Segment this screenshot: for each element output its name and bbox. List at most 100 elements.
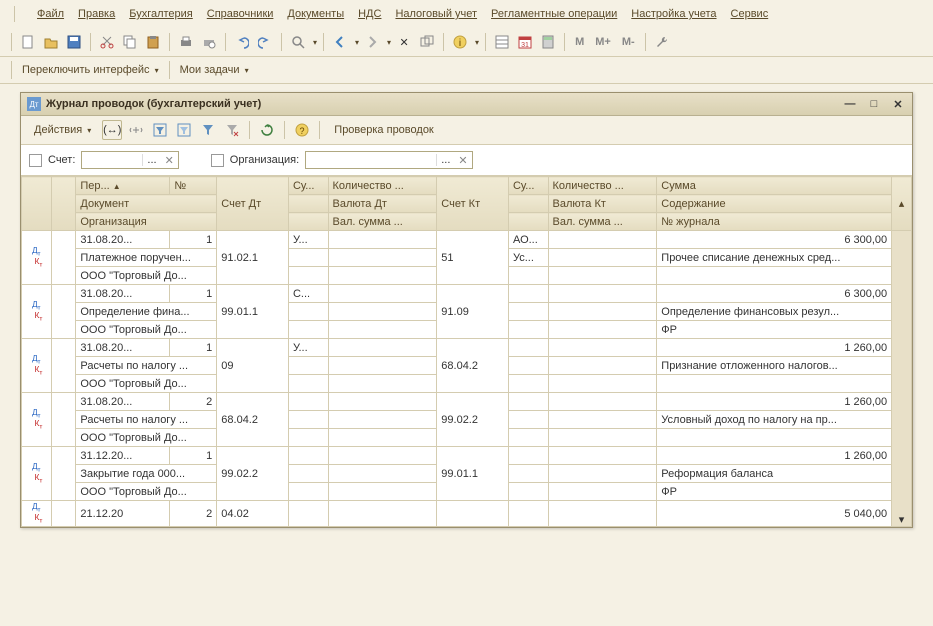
- table-row[interactable]: Дт Кт 31.08.20...1 91.02.1У... 51АО... 6…: [22, 231, 912, 249]
- switch-interface[interactable]: Переключить интерфейс ▾: [18, 64, 163, 76]
- col-vsum-dt[interactable]: Вал. сумма ...: [328, 213, 437, 231]
- filterbar: Счет: ... ✕ Организация: ... ✕: [21, 145, 912, 176]
- save-icon[interactable]: [64, 32, 84, 52]
- table-row[interactable]: Дт Кт 31.08.20...1 09У... 68.04.2 1 260,…: [22, 339, 912, 357]
- menu-settings[interactable]: Настройка учета: [625, 6, 722, 22]
- scroll-up[interactable]: ▴: [892, 177, 912, 231]
- col-number[interactable]: №: [170, 177, 217, 195]
- account-clear[interactable]: ✕: [161, 154, 178, 167]
- minimize-button[interactable]: —: [842, 97, 858, 111]
- col-vsum-kt[interactable]: Вал. сумма ...: [548, 213, 657, 231]
- filter2-icon[interactable]: [174, 120, 194, 140]
- account-checkbox[interactable]: [29, 154, 42, 167]
- cut-icon[interactable]: [97, 32, 117, 52]
- col-acct-kt[interactable]: Счет Кт: [437, 177, 509, 231]
- paste-icon[interactable]: [143, 32, 163, 52]
- grid-area[interactable]: Пер... ▲ № Счет Дт Су... Количество ... …: [21, 176, 912, 527]
- menu-accounting[interactable]: Бухгалтерия: [123, 6, 199, 22]
- col-val-kt[interactable]: Валюта Кт: [548, 195, 657, 213]
- redo-icon[interactable]: [255, 32, 275, 52]
- menu-regops[interactable]: Регламентные операции: [485, 6, 623, 22]
- refresh-icon[interactable]: [257, 120, 277, 140]
- memory-mplus[interactable]: M+: [591, 36, 615, 48]
- funnel-clear-icon[interactable]: [222, 120, 242, 140]
- menu-references[interactable]: Справочники: [201, 6, 280, 22]
- resize-icon[interactable]: [126, 120, 146, 140]
- print-preview-icon[interactable]: [199, 32, 219, 52]
- table-row[interactable]: Дт Кт 31.08.20...1 99.01.1С... 91.09 6 3…: [22, 285, 912, 303]
- funnel-icon[interactable]: [198, 120, 218, 140]
- my-tasks[interactable]: Мои задачи ▾: [176, 64, 253, 76]
- window-title: Журнал проводок (бухгалтерский учет): [46, 98, 842, 110]
- menu-file[interactable]: Файл: [31, 6, 70, 22]
- table-row[interactable]: Дт Кт 31.08.20...2 68.04.2 99.02.2 1 260…: [22, 393, 912, 411]
- svg-text:?: ?: [300, 126, 305, 136]
- col-document[interactable]: Документ: [76, 195, 217, 213]
- memory-m[interactable]: M: [571, 36, 588, 48]
- search-dropdown-icon[interactable]: ▾: [313, 38, 317, 47]
- account-picker[interactable]: ...: [142, 154, 160, 166]
- maximize-button[interactable]: □: [866, 97, 882, 111]
- calendar-icon[interactable]: 31: [515, 32, 535, 52]
- account-input-wrap: ... ✕: [81, 151, 178, 169]
- window-icon: Дт: [27, 97, 41, 111]
- menu-separator: [14, 6, 27, 22]
- menu-service[interactable]: Сервис: [725, 6, 775, 22]
- account-input[interactable]: [82, 154, 142, 166]
- col-sub-kt[interactable]: Су...: [508, 177, 548, 195]
- org-checkbox[interactable]: [211, 154, 224, 167]
- table-row[interactable]: Дт Кт 21.12.202 04.02 5 040,00: [22, 501, 912, 527]
- col-qty-dt[interactable]: Количество ...: [328, 177, 437, 195]
- sub-toolbar: Переключить интерфейс ▾ Мои задачи ▾: [0, 57, 933, 84]
- org-label: Организация:: [230, 154, 299, 166]
- menu-tax[interactable]: Налоговый учет: [389, 6, 483, 22]
- menu-edit[interactable]: Правка: [72, 6, 121, 22]
- svg-text:i: i: [459, 38, 461, 49]
- grid-icon[interactable]: [492, 32, 512, 52]
- col-content[interactable]: Содержание: [657, 195, 892, 213]
- search-icon[interactable]: [288, 32, 308, 52]
- check-entries[interactable]: Проверка проводок: [327, 121, 440, 139]
- undo-icon[interactable]: [232, 32, 252, 52]
- table-header: Пер... ▲ № Счет Дт Су... Количество ... …: [22, 177, 912, 231]
- wrench-icon[interactable]: [652, 32, 672, 52]
- info-icon[interactable]: i: [450, 32, 470, 52]
- windows-icon[interactable]: [417, 32, 437, 52]
- entry-icon: Дт Кт: [22, 447, 52, 501]
- col-val-dt[interactable]: Валюта Дт: [328, 195, 437, 213]
- memory-mminus[interactable]: M-: [618, 36, 639, 48]
- col-sub-dt[interactable]: Су...: [288, 177, 328, 195]
- journal-window: Дт Журнал проводок (бухгалтерский учет) …: [20, 92, 913, 528]
- help-icon[interactable]: ?: [292, 120, 312, 140]
- entries-table: Пер... ▲ № Счет Дт Су... Количество ... …: [21, 176, 912, 527]
- account-label: Счет:: [48, 154, 75, 166]
- calculator-icon[interactable]: [538, 32, 558, 52]
- new-icon[interactable]: [18, 32, 38, 52]
- select-icon[interactable]: (↔): [102, 120, 122, 140]
- col-period[interactable]: Пер... ▲: [76, 177, 170, 195]
- menu-documents[interactable]: Документы: [281, 6, 350, 22]
- nav-fwd-icon[interactable]: [362, 32, 382, 52]
- col-org[interactable]: Организация: [76, 213, 217, 231]
- menu-vat[interactable]: НДС: [352, 6, 387, 22]
- col-sum[interactable]: Сумма: [657, 177, 892, 195]
- entry-icon: Дт Кт: [22, 393, 52, 447]
- print-icon[interactable]: [176, 32, 196, 52]
- close-window-icon[interactable]: ✕: [394, 32, 414, 52]
- org-input[interactable]: [306, 154, 436, 166]
- col-acct-dt[interactable]: Счет Дт: [217, 177, 289, 231]
- filter1-icon[interactable]: [150, 120, 170, 140]
- col-qty-kt[interactable]: Количество ...: [548, 177, 657, 195]
- actionbar: Действия ▾ (↔) ? Проверка проводок: [21, 116, 912, 145]
- table-row[interactable]: Дт Кт 31.12.20...1 99.02.2 99.01.1 1 260…: [22, 447, 912, 465]
- col-journal[interactable]: № журнала: [657, 213, 892, 231]
- actions-menu[interactable]: Действия ▾: [27, 121, 98, 139]
- copy-icon[interactable]: [120, 32, 140, 52]
- svg-text:31: 31: [521, 42, 529, 49]
- close-button[interactable]: ✕: [890, 97, 906, 111]
- nav-back-icon[interactable]: [330, 32, 350, 52]
- org-input-wrap: ... ✕: [305, 151, 472, 169]
- org-picker[interactable]: ...: [436, 154, 454, 166]
- open-icon[interactable]: [41, 32, 61, 52]
- org-clear[interactable]: ✕: [454, 154, 471, 167]
